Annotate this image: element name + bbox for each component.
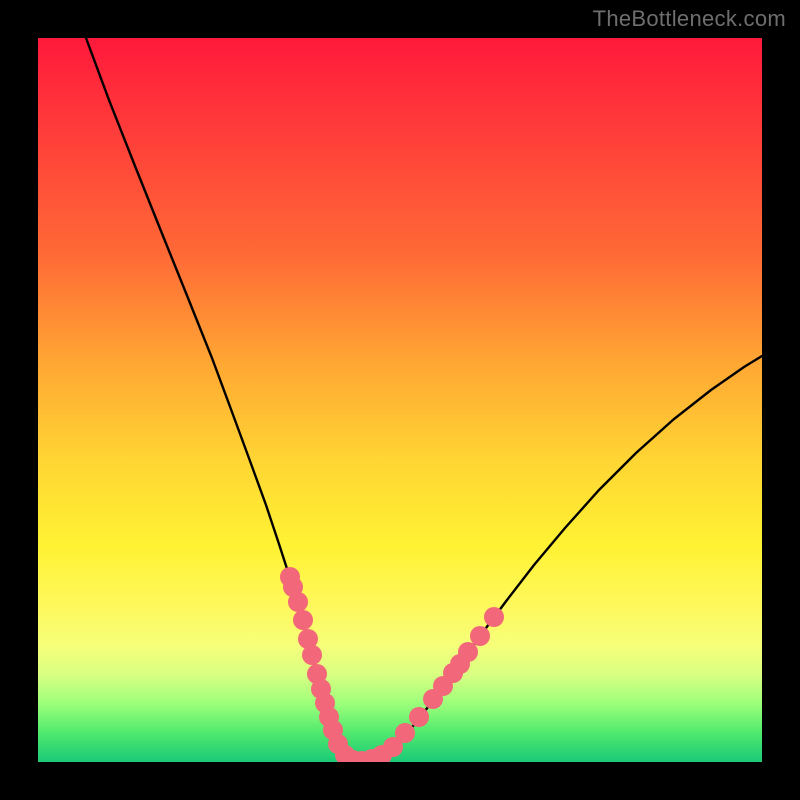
curve-marker [458,642,478,662]
bottleneck-curve [86,38,762,761]
curve-marker [484,607,504,627]
chart-frame: TheBottleneck.com [0,0,800,800]
curve-marker [395,723,415,743]
attribution-watermark: TheBottleneck.com [593,6,786,32]
curve-markers [280,567,504,762]
curve-marker [470,626,490,646]
curve-marker [288,592,308,612]
curve-marker [293,610,313,630]
curve-marker [409,707,429,727]
plot-area [38,38,762,762]
curve-marker [302,645,322,665]
bottleneck-chart-svg [38,38,762,762]
